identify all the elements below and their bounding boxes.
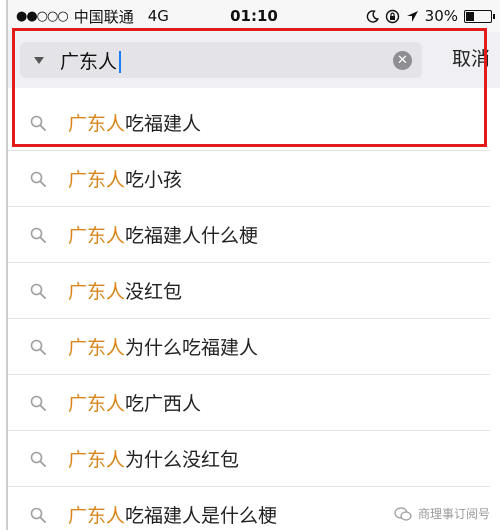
suggestion-item[interactable]: 广东人为什么吃福建人 <box>8 319 490 375</box>
signal-strength: ●●○○○ <box>16 8 69 24</box>
battery-fill <box>466 11 474 21</box>
suggestion-rest: 为什么没红包 <box>125 449 240 471</box>
app-screen: ●●○○○ 中国联通 4G 01:10 30% 广东人 ✕ 取消 广东人吃福建人… <box>0 0 500 530</box>
search-icon <box>30 507 46 523</box>
wechat-icon <box>394 506 412 521</box>
network-type: 4G <box>147 7 169 25</box>
annotation-highlight-box <box>12 28 487 147</box>
battery-percent: 30% <box>424 7 458 25</box>
suggestion-text: 广东人吃广西人 <box>68 389 201 416</box>
suggestion-highlight: 广东人 <box>68 505 126 527</box>
suggestion-item[interactable]: 广东人吃福建人什么梗 <box>8 207 490 263</box>
suggestion-text: 广东人为什么没红包 <box>68 445 239 472</box>
suggestion-item[interactable]: 广东人为什么没红包 <box>8 431 490 487</box>
status-icons: 30% <box>366 7 495 25</box>
suggestion-item[interactable]: 广东人没红包 <box>8 263 490 319</box>
suggestion-text: 广东人为什么吃福建人 <box>68 333 258 360</box>
battery-icon <box>464 9 495 23</box>
suggestion-text: 广东人吃福建人是什么梗 <box>68 501 277 528</box>
suggestion-highlight: 广东人 <box>68 281 126 303</box>
suggestion-text: 广东人没红包 <box>68 277 182 304</box>
suggestion-list: 广东人吃福建人 广东人吃小孩 广东人吃福建人什么梗 广东人没红包 广东人为什么吃福建人广… <box>8 95 490 530</box>
suggestion-text: 广东人吃小孩 <box>68 165 182 192</box>
suggestion-rest: 没红包 <box>125 281 183 303</box>
suggestion-highlight: 广东人 <box>68 169 126 191</box>
lock-rotation-icon <box>385 9 399 23</box>
suggestion-rest: 吃福建人什么梗 <box>125 225 259 247</box>
suggestion-rest: 吃小孩 <box>125 169 183 191</box>
suggestion-rest: 为什么吃福建人 <box>125 337 259 359</box>
suggestion-highlight: 广东人 <box>68 337 126 359</box>
location-arrow-icon <box>406 10 418 22</box>
search-icon <box>30 171 46 187</box>
watermark-text: 商理事订阅号 <box>417 507 490 521</box>
moon-icon <box>366 9 379 23</box>
search-icon <box>30 227 46 243</box>
suggestion-highlight: 广东人 <box>68 393 126 415</box>
watermark: 商理事订阅号 <box>394 505 490 522</box>
suggestion-rest: 吃福建人是什么梗 <box>125 505 278 527</box>
search-icon <box>30 451 46 467</box>
search-icon <box>30 339 46 355</box>
suggestion-item[interactable]: 广东人吃广西人 <box>8 375 490 431</box>
search-icon <box>30 283 46 299</box>
suggestion-highlight: 广东人 <box>68 225 126 247</box>
suggestion-rest: 吃广西人 <box>125 393 202 415</box>
suggestion-highlight: 广东人 <box>68 449 126 471</box>
suggestion-text: 广东人吃福建人什么梗 <box>68 221 258 248</box>
carrier-name: 中国联通 <box>73 7 134 26</box>
suggestion-item[interactable]: 广东人吃小孩 <box>8 151 490 207</box>
search-icon <box>30 395 46 411</box>
